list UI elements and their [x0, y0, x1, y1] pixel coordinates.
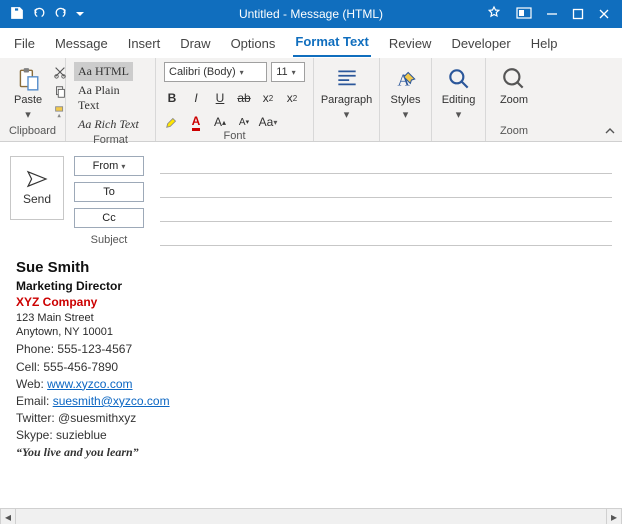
tab-review[interactable]: Review: [387, 30, 434, 57]
font-size-select[interactable]: 11▾: [271, 62, 305, 82]
qat-dropdown-icon[interactable]: [76, 7, 84, 21]
horizontal-scrollbar: ◂ ▸: [0, 508, 622, 524]
format-html-option[interactable]: Aa HTML: [74, 62, 133, 81]
collapse-ribbon-icon[interactable]: [604, 125, 616, 137]
group-label-font: Font: [164, 130, 305, 144]
font-color-icon[interactable]: A: [188, 114, 204, 130]
coming-soon-icon[interactable]: [486, 5, 502, 24]
font-family-select[interactable]: Calibri (Body)▾: [164, 62, 267, 82]
paste-button[interactable]: Paste ▾: [8, 62, 48, 125]
ribbon: Paste ▾ Clipboard Aa HTML Aa Plain Text …: [0, 58, 622, 142]
tab-message[interactable]: Message: [53, 30, 110, 57]
subject-label: Subject: [74, 234, 144, 246]
chevron-down-icon: ▾: [456, 108, 462, 121]
sig-quote: “You live and you learn”: [16, 444, 606, 460]
tab-help[interactable]: Help: [529, 30, 560, 57]
group-editing: Editing ▾: [432, 58, 486, 141]
sig-web-link[interactable]: www.xyzco.com: [47, 377, 132, 391]
redo-icon[interactable]: [54, 6, 68, 23]
scroll-track[interactable]: [16, 509, 606, 524]
strike-icon[interactable]: ab: [236, 90, 252, 106]
group-zoom: Zoom Zoom: [486, 58, 542, 141]
shrink-font-icon[interactable]: A▾: [236, 114, 252, 130]
sig-email-link[interactable]: suesmith@xyzco.com: [53, 394, 170, 408]
grow-font-icon[interactable]: A▴: [212, 114, 228, 130]
scroll-left-icon[interactable]: ◂: [0, 509, 16, 524]
tab-options[interactable]: Options: [229, 30, 278, 57]
group-label-zoom: Zoom: [494, 125, 534, 139]
tab-developer[interactable]: Developer: [449, 30, 512, 57]
title-bar: Untitled - Message (HTML): [0, 0, 622, 28]
chevron-down-icon: ▾: [403, 108, 409, 121]
tab-format-text[interactable]: Format Text: [293, 28, 370, 57]
change-case-icon[interactable]: Aa▾: [260, 114, 276, 130]
to-button[interactable]: To: [74, 182, 144, 202]
underline-icon[interactable]: U: [212, 90, 228, 106]
bold-icon[interactable]: B: [164, 90, 180, 106]
group-font: Calibri (Body)▾ 11▾ B I U ab x2 x2 A A▴ …: [156, 58, 314, 141]
from-button[interactable]: From ▾: [74, 156, 144, 176]
from-field[interactable]: [160, 156, 612, 174]
send-button[interactable]: Send: [10, 156, 64, 220]
maximize-icon[interactable]: [572, 8, 584, 20]
chevron-down-icon: ▾: [25, 108, 31, 121]
close-icon[interactable]: [598, 8, 610, 20]
sig-addr1: 123 Main Street: [16, 311, 606, 326]
format-rich-option[interactable]: Aa Rich Text: [74, 115, 143, 134]
sig-addr2: Anytown, NY 10001: [16, 325, 606, 340]
message-body[interactable]: Sue Smith Marketing Director XYZ Company…: [0, 252, 622, 508]
highlight-icon[interactable]: [164, 114, 180, 130]
tab-draw[interactable]: Draw: [178, 30, 212, 57]
paragraph-button[interactable]: Paragraph ▾: [322, 62, 371, 125]
save-icon[interactable]: [10, 6, 24, 23]
undo-icon[interactable]: [32, 6, 46, 23]
group-clipboard: Paste ▾ Clipboard: [0, 58, 66, 141]
styles-button[interactable]: A Styles ▾: [388, 62, 423, 125]
tab-insert[interactable]: Insert: [126, 30, 163, 57]
chevron-down-icon: ▾: [344, 108, 350, 121]
sig-name: Sue Smith: [16, 258, 606, 278]
format-plain-option[interactable]: Aa Plain Text: [74, 81, 147, 115]
subscript-icon[interactable]: x2: [260, 90, 276, 106]
minimize-icon[interactable]: [546, 8, 558, 20]
subject-field[interactable]: [160, 228, 612, 246]
sig-title: Marketing Director: [16, 278, 606, 294]
group-paragraph: Paragraph ▾: [314, 58, 380, 141]
ribbon-mode-icon[interactable]: [516, 7, 532, 22]
group-styles: A Styles ▾: [380, 58, 432, 141]
superscript-icon[interactable]: x2: [284, 90, 300, 106]
send-icon: [26, 170, 48, 188]
sig-company: XYZ Company: [16, 294, 606, 310]
ribbon-tabs: File Message Insert Draw Options Format …: [0, 28, 622, 58]
zoom-button[interactable]: Zoom: [494, 62, 534, 110]
cc-button[interactable]: Cc: [74, 208, 144, 228]
tab-file[interactable]: File: [12, 30, 37, 57]
scroll-right-icon[interactable]: ▸: [606, 509, 622, 524]
group-label-clipboard: Clipboard: [8, 125, 57, 139]
cc-field[interactable]: [160, 204, 612, 222]
italic-icon[interactable]: I: [188, 90, 204, 106]
editing-button[interactable]: Editing ▾: [440, 62, 477, 125]
group-format: Aa HTML Aa Plain Text Aa Rich Text Forma…: [66, 58, 156, 141]
group-label-format: Format: [74, 134, 147, 148]
to-field[interactable]: [160, 180, 612, 198]
compose-header: Send From ▾ To Cc Subject: [0, 142, 622, 252]
